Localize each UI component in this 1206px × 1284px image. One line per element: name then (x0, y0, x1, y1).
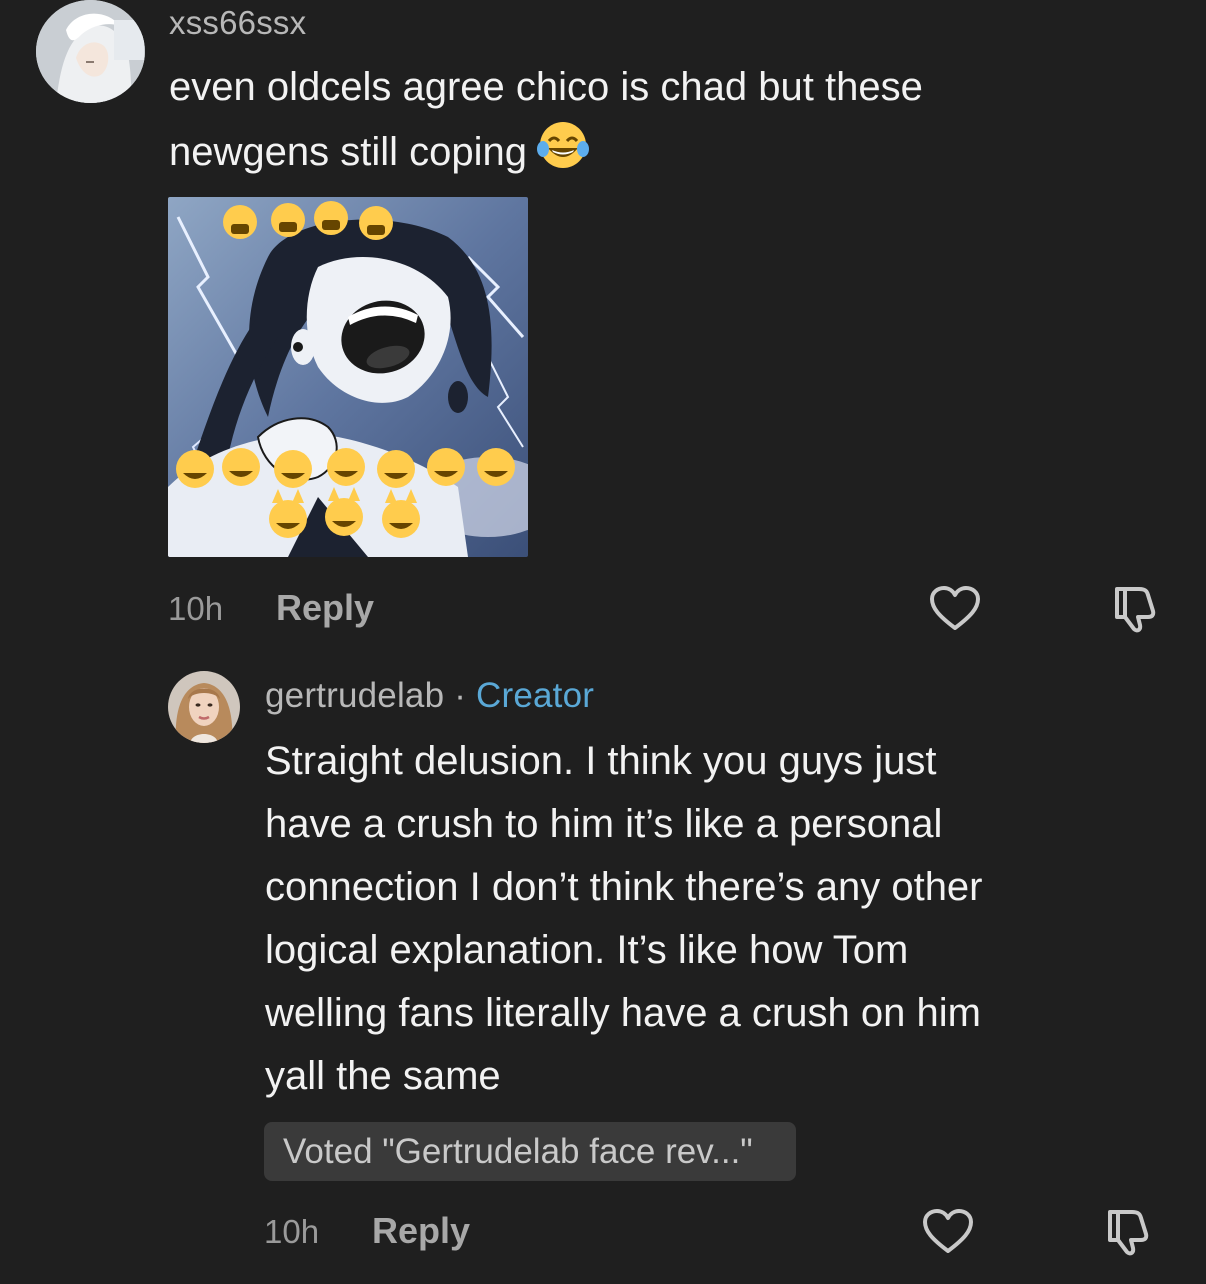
comment-text-line-2: newgens still coping (169, 130, 527, 175)
reply-text-line: have a crush to him it’s like a personal (265, 802, 943, 846)
tears-of-joy-emoji-icon (535, 119, 591, 190)
thumbs-down-icon[interactable] (1102, 1206, 1154, 1258)
comment-time: 10h (168, 590, 224, 627)
comment-username[interactable]: xss66ssx (169, 4, 306, 42)
thumbs-down-icon[interactable] (1109, 583, 1161, 635)
heart-outline-icon[interactable] (922, 1208, 974, 1256)
comments-thread: xss66ssx even oldcels agree chico is cha… (0, 0, 1206, 1284)
creator-badge: Creator (476, 676, 595, 715)
avatar[interactable] (168, 671, 240, 743)
separator-dot: · (454, 676, 467, 715)
reply-time: 10h (264, 1213, 320, 1250)
reply-button[interactable]: Reply (276, 587, 374, 629)
reply-username-row: gertrudelab · Creator (265, 676, 594, 716)
reply-text-line: Straight delusion. I think you guys just (265, 739, 937, 783)
heart-outline-icon[interactable] (929, 585, 981, 633)
reply-text-line: welling fans literally have a crush on h… (265, 991, 981, 1035)
reply-text-line: connection I don’t think there’s any oth… (265, 865, 983, 909)
reply-username[interactable]: gertrudelab (265, 676, 444, 715)
comment-text: even oldcels agree chico is chad but the… (169, 56, 1129, 190)
reply-text-line: logical explanation. It’s like how Tom (265, 928, 909, 972)
comment-image[interactable] (168, 197, 528, 557)
reply-button[interactable]: Reply (372, 1210, 470, 1252)
poll-vote-badge[interactable]: Voted "Gertrudelab face rev..." (264, 1122, 796, 1181)
reply-text: Straight delusion. I think you guys just… (265, 730, 1175, 1108)
reply-text-line: yall the same (265, 1054, 501, 1098)
comment-text-line: even oldcels agree chico is chad but the… (169, 65, 923, 109)
avatar[interactable] (36, 0, 145, 103)
comment-text-line: newgens still coping (169, 119, 1129, 190)
